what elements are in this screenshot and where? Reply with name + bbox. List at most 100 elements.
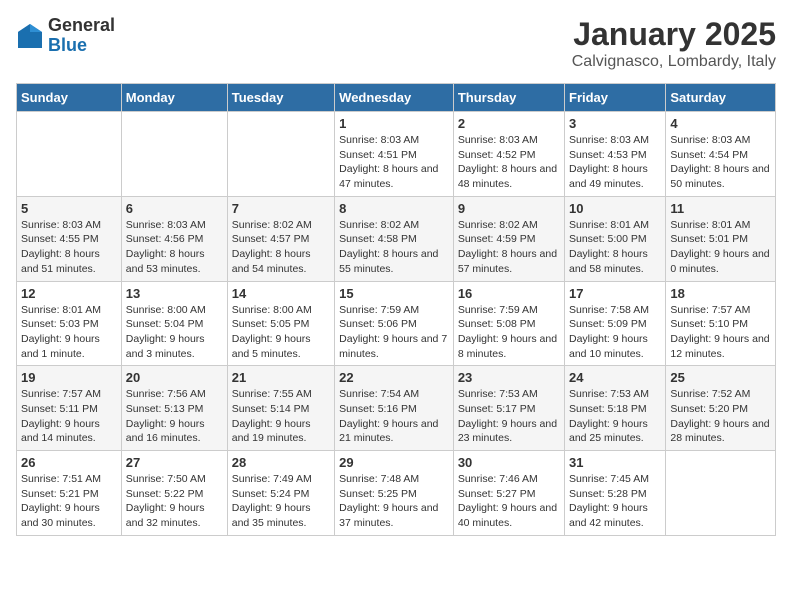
logo-icon xyxy=(16,22,44,50)
day-cell xyxy=(666,451,776,536)
day-number: 9 xyxy=(458,201,560,216)
day-number: 5 xyxy=(21,201,117,216)
day-number: 20 xyxy=(126,370,223,385)
week-row-5: 26 Sunrise: 7:51 AM Sunset: 5:21 PM Dayli… xyxy=(17,451,776,536)
day-cell: 20 Sunrise: 7:56 AM Sunset: 5:13 PM Dayli… xyxy=(121,366,227,451)
day-cell: 21 Sunrise: 7:55 AM Sunset: 5:14 PM Dayli… xyxy=(227,366,334,451)
day-info: Sunrise: 8:03 AM Sunset: 4:52 PM Dayligh… xyxy=(458,133,560,192)
day-cell: 25 Sunrise: 7:52 AM Sunset: 5:20 PM Dayli… xyxy=(666,366,776,451)
day-cell: 29 Sunrise: 7:48 AM Sunset: 5:25 PM Dayli… xyxy=(335,451,454,536)
day-info: Sunrise: 8:03 AM Sunset: 4:53 PM Dayligh… xyxy=(569,133,661,192)
day-cell: 15 Sunrise: 7:59 AM Sunset: 5:06 PM Dayli… xyxy=(335,281,454,366)
day-info: Sunrise: 8:01 AM Sunset: 5:01 PM Dayligh… xyxy=(670,218,771,277)
day-info: Sunrise: 7:58 AM Sunset: 5:09 PM Dayligh… xyxy=(569,303,661,362)
calendar-table: SundayMondayTuesdayWednesdayThursdayFrid… xyxy=(16,83,776,536)
day-number: 28 xyxy=(232,455,330,470)
month-title: January 2025 xyxy=(572,16,776,53)
day-info: Sunrise: 7:51 AM Sunset: 5:21 PM Dayligh… xyxy=(21,472,117,531)
week-row-2: 5Sunrise: 8:03 AM Sunset: 4:55 PM Daylig… xyxy=(17,196,776,281)
day-number: 6 xyxy=(126,201,223,216)
weekday-header-friday: Friday xyxy=(565,84,666,112)
day-cell: 16Sunrise: 7:59 AM Sunset: 5:08 PM Dayli… xyxy=(453,281,564,366)
day-cell: 8 Sunrise: 8:02 AM Sunset: 4:58 PM Daylig… xyxy=(335,196,454,281)
day-cell: 12Sunrise: 8:01 AM Sunset: 5:03 PM Dayli… xyxy=(17,281,122,366)
day-number: 11 xyxy=(670,201,771,216)
location-title: Calvignasco, Lombardy, Italy xyxy=(572,53,776,71)
day-info: Sunrise: 7:57 AM Sunset: 5:11 PM Dayligh… xyxy=(21,387,117,446)
weekday-header-tuesday: Tuesday xyxy=(227,84,334,112)
day-cell: 3 Sunrise: 8:03 AM Sunset: 4:53 PM Daylig… xyxy=(565,112,666,197)
day-number: 13 xyxy=(126,286,223,301)
day-info: Sunrise: 7:48 AM Sunset: 5:25 PM Dayligh… xyxy=(339,472,449,531)
day-number: 19 xyxy=(21,370,117,385)
day-number: 30 xyxy=(458,455,560,470)
day-cell: 2 Sunrise: 8:03 AM Sunset: 4:52 PM Daylig… xyxy=(453,112,564,197)
day-number: 1 xyxy=(339,116,449,131)
day-info: Sunrise: 7:59 AM Sunset: 5:06 PM Dayligh… xyxy=(339,303,449,362)
day-info: Sunrise: 7:49 AM Sunset: 5:24 PM Dayligh… xyxy=(232,472,330,531)
day-info: Sunrise: 8:02 AM Sunset: 4:58 PM Dayligh… xyxy=(339,218,449,277)
day-number: 4 xyxy=(670,116,771,131)
day-cell: 19 Sunrise: 7:57 AM Sunset: 5:11 PM Dayli… xyxy=(17,366,122,451)
day-info: Sunrise: 7:55 AM Sunset: 5:14 PM Dayligh… xyxy=(232,387,330,446)
day-info: Sunrise: 7:56 AM Sunset: 5:13 PM Dayligh… xyxy=(126,387,223,446)
day-cell: 30 Sunrise: 7:46 AM Sunset: 5:27 PM Dayli… xyxy=(453,451,564,536)
day-cell: 7Sunrise: 8:02 AM Sunset: 4:57 PM Daylig… xyxy=(227,196,334,281)
day-cell: 13 Sunrise: 8:00 AM Sunset: 5:04 PM Dayli… xyxy=(121,281,227,366)
day-number: 29 xyxy=(339,455,449,470)
title-block: January 2025 Calvignasco, Lombardy, Ital… xyxy=(572,16,776,71)
day-number: 15 xyxy=(339,286,449,301)
logo-blue-text: Blue xyxy=(48,36,115,56)
weekday-header-wednesday: Wednesday xyxy=(335,84,454,112)
day-cell: 26 Sunrise: 7:51 AM Sunset: 5:21 PM Dayli… xyxy=(17,451,122,536)
day-cell: 31Sunrise: 7:45 AM Sunset: 5:28 PM Dayli… xyxy=(565,451,666,536)
day-number: 16 xyxy=(458,286,560,301)
week-row-3: 12Sunrise: 8:01 AM Sunset: 5:03 PM Dayli… xyxy=(17,281,776,366)
day-cell: 22Sunrise: 7:54 AM Sunset: 5:16 PM Dayli… xyxy=(335,366,454,451)
day-info: Sunrise: 7:52 AM Sunset: 5:20 PM Dayligh… xyxy=(670,387,771,446)
day-info: Sunrise: 8:03 AM Sunset: 4:54 PM Dayligh… xyxy=(670,133,771,192)
day-cell: 10 Sunrise: 8:01 AM Sunset: 5:00 PM Dayli… xyxy=(565,196,666,281)
day-cell: 6 Sunrise: 8:03 AM Sunset: 4:56 PM Daylig… xyxy=(121,196,227,281)
day-info: Sunrise: 8:02 AM Sunset: 4:59 PM Dayligh… xyxy=(458,218,560,277)
weekday-header-sunday: Sunday xyxy=(17,84,122,112)
day-number: 2 xyxy=(458,116,560,131)
day-number: 8 xyxy=(339,201,449,216)
day-info: Sunrise: 8:00 AM Sunset: 5:05 PM Dayligh… xyxy=(232,303,330,362)
week-row-1: 1 Sunrise: 8:03 AM Sunset: 4:51 PM Daylig… xyxy=(17,112,776,197)
day-number: 31 xyxy=(569,455,661,470)
day-number: 10 xyxy=(569,201,661,216)
day-info: Sunrise: 8:02 AM Sunset: 4:57 PM Dayligh… xyxy=(232,218,330,277)
day-info: Sunrise: 8:03 AM Sunset: 4:51 PM Dayligh… xyxy=(339,133,449,192)
day-cell: 18 Sunrise: 7:57 AM Sunset: 5:10 PM Dayli… xyxy=(666,281,776,366)
day-cell: 14 Sunrise: 8:00 AM Sunset: 5:05 PM Dayli… xyxy=(227,281,334,366)
day-number: 25 xyxy=(670,370,771,385)
page-header: General Blue January 2025 Calvignasco, L… xyxy=(16,16,776,71)
weekday-header-thursday: Thursday xyxy=(453,84,564,112)
day-number: 22 xyxy=(339,370,449,385)
day-cell: 9 Sunrise: 8:02 AM Sunset: 4:59 PM Daylig… xyxy=(453,196,564,281)
day-info: Sunrise: 7:53 AM Sunset: 5:18 PM Dayligh… xyxy=(569,387,661,446)
day-info: Sunrise: 7:53 AM Sunset: 5:17 PM Dayligh… xyxy=(458,387,560,446)
day-number: 3 xyxy=(569,116,661,131)
day-info: Sunrise: 8:01 AM Sunset: 5:00 PM Dayligh… xyxy=(569,218,661,277)
day-cell: 24Sunrise: 7:53 AM Sunset: 5:18 PM Dayli… xyxy=(565,366,666,451)
day-number: 18 xyxy=(670,286,771,301)
day-number: 26 xyxy=(21,455,117,470)
day-cell xyxy=(227,112,334,197)
day-number: 27 xyxy=(126,455,223,470)
day-info: Sunrise: 7:46 AM Sunset: 5:27 PM Dayligh… xyxy=(458,472,560,531)
day-cell: 4 Sunrise: 8:03 AM Sunset: 4:54 PM Daylig… xyxy=(666,112,776,197)
day-number: 12 xyxy=(21,286,117,301)
day-cell: 1 Sunrise: 8:03 AM Sunset: 4:51 PM Daylig… xyxy=(335,112,454,197)
day-info: Sunrise: 7:57 AM Sunset: 5:10 PM Dayligh… xyxy=(670,303,771,362)
day-number: 21 xyxy=(232,370,330,385)
day-info: Sunrise: 7:50 AM Sunset: 5:22 PM Dayligh… xyxy=(126,472,223,531)
day-info: Sunrise: 8:00 AM Sunset: 5:04 PM Dayligh… xyxy=(126,303,223,362)
logo: General Blue xyxy=(16,16,115,56)
weekday-header-saturday: Saturday xyxy=(666,84,776,112)
day-cell xyxy=(17,112,122,197)
day-number: 14 xyxy=(232,286,330,301)
day-cell: 5Sunrise: 8:03 AM Sunset: 4:55 PM Daylig… xyxy=(17,196,122,281)
day-info: Sunrise: 8:03 AM Sunset: 4:56 PM Dayligh… xyxy=(126,218,223,277)
